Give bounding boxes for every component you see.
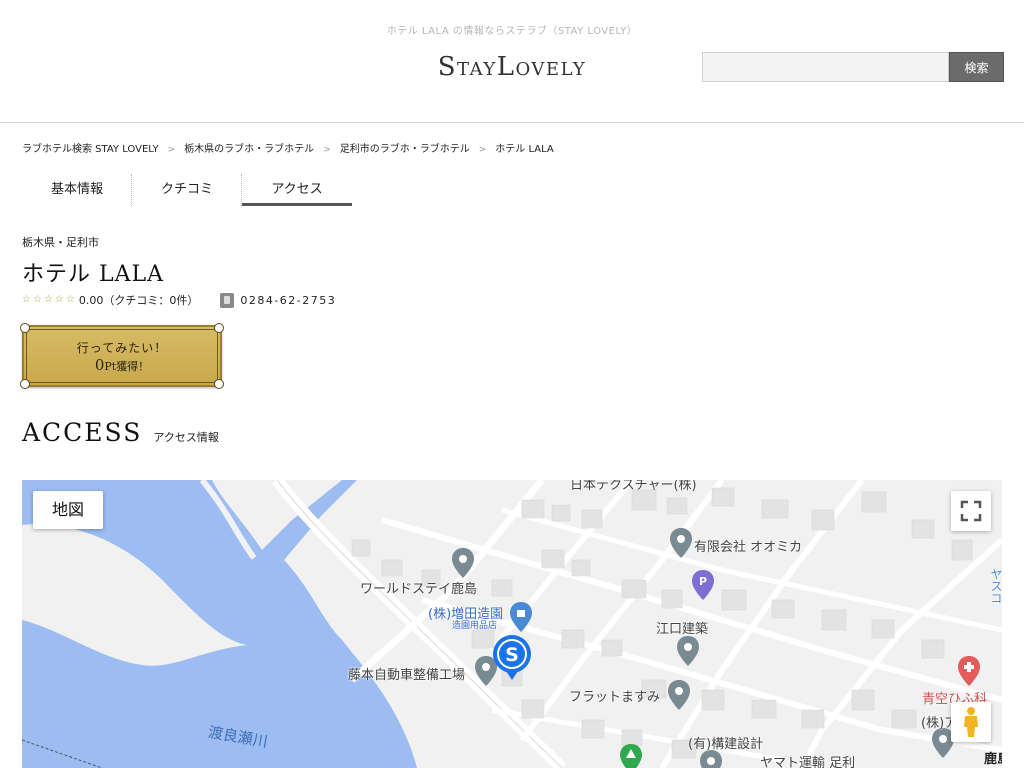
star-icon: ☆ (32, 294, 42, 305)
location-pin-icon[interactable] (452, 548, 474, 578)
rating-text[interactable]: 0.00（クチコミ：0件） (79, 292, 199, 308)
breadcrumb-link-home[interactable]: ラブホテル検索 STAY LOVELY (22, 144, 159, 155)
ornament-corner (214, 379, 224, 389)
rating-row: ☆ ☆ ☆ ☆ ☆ 0.00（クチコミ：0件） 0284-62-2753 (22, 292, 336, 308)
street-view-button[interactable] (951, 702, 991, 742)
star-icon: ☆ (22, 294, 31, 305)
fullscreen-button[interactable] (951, 491, 991, 531)
svg-text:P: P (699, 575, 707, 588)
access-title-ja: アクセス情報 (153, 431, 219, 444)
map-label-oomika[interactable]: 有限会社 オオミカ (694, 536, 802, 555)
parking-pin-icon[interactable]: P (692, 570, 714, 600)
access-section-title: ACCESS アクセス情報 (22, 418, 219, 447)
want-to-go-button[interactable]: 行ってみたい！ 0Pt獲得！ (20, 323, 224, 389)
map-label-flat[interactable]: フラットますみ (569, 686, 660, 705)
fullscreen-icon (960, 500, 982, 522)
points-unit: Pt (104, 360, 117, 373)
breadcrumb-separator: > (167, 145, 176, 155)
star-icon: ☆ (65, 294, 75, 305)
map-label-eguchi[interactable]: 江口建築 (656, 618, 708, 637)
points-suffix: 獲得！ (116, 360, 150, 373)
access-title-en: ACCESS (22, 418, 143, 447)
hotel-name: ホテル LALA (22, 262, 164, 287)
hotel-tabs: 基本情報 クチコミ アクセス (22, 174, 352, 206)
ornament-corner (20, 323, 30, 333)
search-button[interactable]: 検索 (949, 52, 1004, 82)
points-value: 0 (94, 356, 105, 374)
breadcrumb-separator: > (478, 145, 487, 155)
map-label-world-stay[interactable]: ワールドステイ鹿島 (360, 578, 477, 597)
star-icon: ☆ (54, 294, 64, 305)
tab-access[interactable]: アクセス (242, 174, 352, 206)
want-to-go-label: 行ってみたい！ (76, 341, 168, 355)
tab-reviews[interactable]: クチコミ (132, 174, 242, 206)
ornament-corner (214, 323, 224, 333)
park-pin-icon[interactable] (620, 744, 642, 768)
breadcrumb-separator: > (323, 145, 331, 155)
hospital-pin-icon[interactable] (958, 656, 980, 686)
ornament-corner (20, 379, 30, 389)
hotel-location: 栃木県・足利市 (22, 236, 99, 249)
map-label-fujimoto[interactable]: 藤本自動車整備工場 (348, 664, 465, 683)
points-earned-label: 0Pt獲得！ (24, 356, 220, 374)
hotel-marker-icon[interactable]: S (492, 634, 532, 680)
map-label-side-text: ヤスコ (989, 568, 1002, 604)
map-label-kashima: 鹿島 (984, 752, 1002, 767)
map-label-yamato[interactable]: ヤマト運輸 足利 (760, 752, 855, 768)
location-pin-icon[interactable] (677, 636, 699, 666)
location-pin-icon[interactable] (700, 750, 722, 768)
site-header: ホテル LALA の情報ならステラブ（STAY LOVELY） StayLove… (0, 0, 1024, 123)
location-pin-icon[interactable] (670, 528, 692, 558)
breadcrumb-current: ホテル LALA (495, 144, 554, 155)
map-label-masuda-sub: 造園用品店 (452, 621, 498, 631)
rating-stars: ☆ ☆ ☆ ☆ ☆ (22, 295, 75, 305)
site-tagline: ホテル LALA の情報ならステラブ（STAY LOVELY） (386, 26, 638, 37)
location-pin-icon[interactable] (668, 680, 690, 710)
search-input[interactable] (702, 52, 949, 82)
tab-basic-info[interactable]: 基本情報 (22, 174, 132, 206)
phone-number[interactable]: 0284-62-2753 (240, 294, 336, 307)
search-form: 検索 (702, 52, 1004, 82)
breadcrumb-link-city[interactable]: 足利市のラブホ・ラブホテル (340, 144, 470, 155)
pegman-icon (964, 707, 978, 737)
map-label-kouken[interactable]: (有)構建設計 (688, 733, 763, 752)
svg-text:S: S (505, 644, 519, 666)
shopping-pin-icon[interactable] (510, 602, 532, 632)
breadcrumb: ラブホテル検索 STAY LOVELY > 栃木県のラブホ・ラブホテル > 足利市のラブ… (22, 140, 554, 155)
star-icon: ☆ (43, 294, 53, 305)
phone-icon (220, 292, 235, 308)
map-label-nihon-texture[interactable]: 日本テクスチャー(株) (570, 480, 697, 493)
breadcrumb-link-prefecture[interactable]: 栃木県のラブホ・ラブホテル (184, 144, 314, 155)
google-map[interactable]: S P 日本テクスチャー(株) ワールドステイ鹿島 (株)増田造園 造園用品店 … (22, 480, 1002, 768)
map-type-button[interactable]: 地図 (33, 491, 103, 529)
